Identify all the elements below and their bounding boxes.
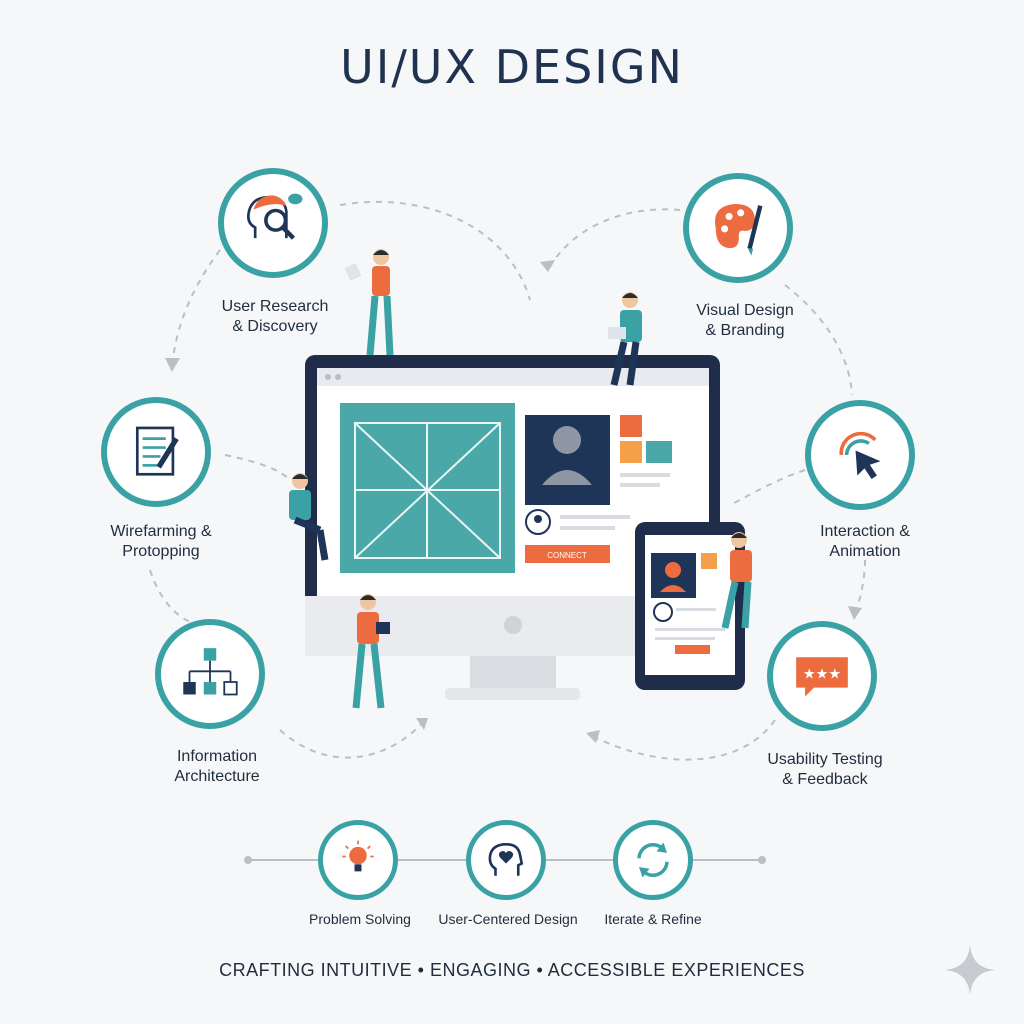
refresh-icon xyxy=(637,842,669,878)
head-heart-icon xyxy=(488,842,524,876)
lightbulb-icon xyxy=(342,840,374,872)
tagline: CRAFTING INTUITIVE • ENGAGING • ACCESSIB… xyxy=(219,960,805,980)
principle-label: Iterate & Refine xyxy=(604,911,702,927)
sparkle-icon xyxy=(945,945,995,995)
principle-iterate-refine xyxy=(613,820,693,900)
principle-user-centered-design xyxy=(466,820,546,900)
principle-problem-solving xyxy=(318,820,398,900)
